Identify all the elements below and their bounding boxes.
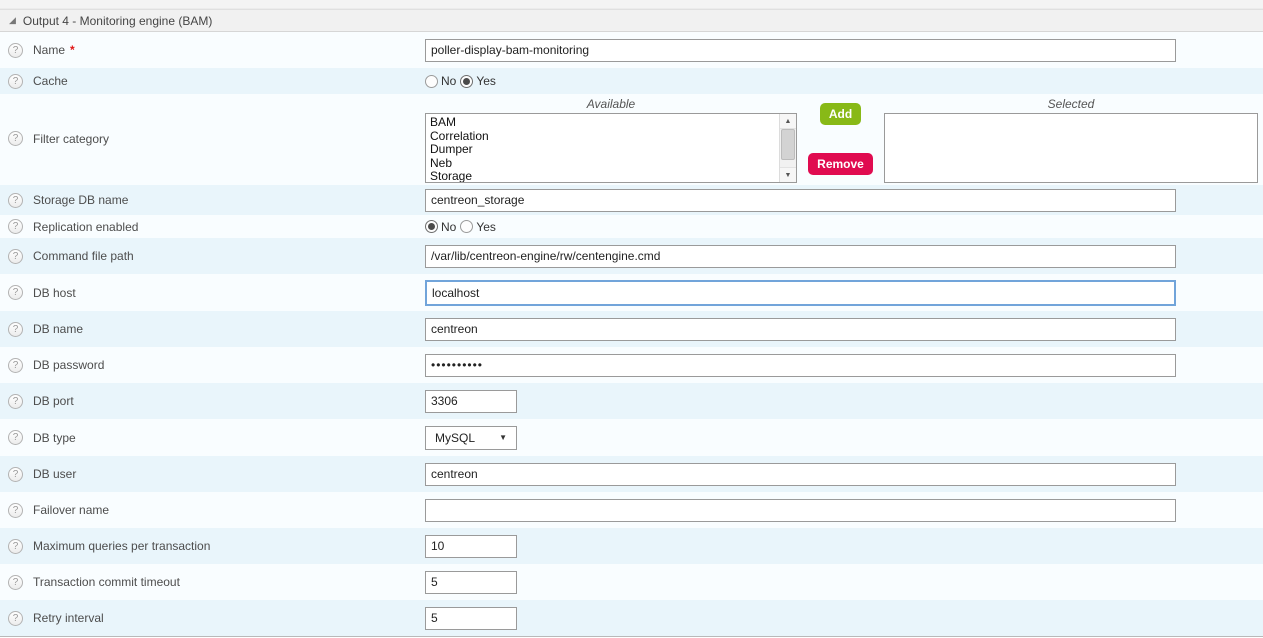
- help-icon[interactable]: ?: [8, 219, 23, 234]
- command-file-path-input[interactable]: [425, 245, 1176, 268]
- list-item[interactable]: Dumper: [430, 143, 796, 157]
- help-icon[interactable]: ?: [8, 249, 23, 264]
- filter-category-duallist: Available BAM Correlation Dumper Neb Sto…: [425, 97, 1258, 183]
- scroll-up-icon[interactable]: ▲: [780, 114, 796, 129]
- field-label-cache: Cache: [33, 74, 68, 88]
- cache-yes-radio[interactable]: [460, 75, 473, 88]
- cache-radio-group: No Yes: [425, 74, 500, 88]
- form-row-transaction-commit-timeout: ? Transaction commit timeout: [0, 564, 1263, 600]
- cache-no-label: No: [441, 74, 456, 88]
- replication-yes-radio[interactable]: [460, 220, 473, 233]
- help-icon[interactable]: ?: [8, 503, 23, 518]
- form-row-storage-db-name: ? Storage DB name: [0, 185, 1263, 215]
- field-label-db-user: DB user: [33, 467, 76, 481]
- top-toolbar-strip: [0, 0, 1263, 9]
- form-row-db-name: ? DB name: [0, 311, 1263, 347]
- help-icon[interactable]: ?: [8, 394, 23, 409]
- max-queries-input[interactable]: [425, 535, 517, 558]
- db-host-input[interactable]: [425, 280, 1176, 306]
- dropdown-arrow-icon: ▼: [499, 433, 507, 442]
- field-label-name: Name: [33, 43, 65, 57]
- field-label-replication-enabled: Replication enabled: [33, 220, 138, 234]
- field-label-storage-db-name: Storage DB name: [33, 193, 128, 207]
- help-icon[interactable]: ?: [8, 539, 23, 554]
- field-label-db-type: DB type: [33, 431, 76, 445]
- field-label-failover-name: Failover name: [33, 503, 109, 517]
- cache-yes-label: Yes: [476, 74, 496, 88]
- form-row-cache: ? Cache No Yes: [0, 68, 1263, 94]
- retry-interval-input[interactable]: [425, 607, 517, 630]
- db-type-select[interactable]: MySQL ▼: [425, 426, 517, 450]
- db-password-input[interactable]: [425, 354, 1176, 377]
- form-row-db-host: ? DB host: [0, 274, 1263, 311]
- form-row-command-file-path: ? Command file path: [0, 238, 1263, 274]
- form-row-replication-enabled: ? Replication enabled No Yes: [0, 215, 1263, 238]
- help-icon[interactable]: ?: [8, 74, 23, 89]
- section-header-output4[interactable]: ◢ Output 4 - Monitoring engine (BAM): [0, 9, 1263, 32]
- form-row-db-password: ? DB password: [0, 347, 1263, 383]
- db-port-input[interactable]: [425, 390, 517, 413]
- selected-listbox[interactable]: [884, 113, 1258, 183]
- replication-radio-group: No Yes: [425, 220, 500, 234]
- help-icon[interactable]: ?: [8, 611, 23, 626]
- output-config-form: ? Name * ? Cache No Yes ? Filter categor…: [0, 32, 1263, 637]
- selected-column-label: Selected: [884, 97, 1258, 112]
- available-listbox[interactable]: BAM Correlation Dumper Neb Storage ▲ ▼: [425, 113, 797, 183]
- name-input[interactable]: [425, 39, 1176, 62]
- transaction-commit-timeout-input[interactable]: [425, 571, 517, 594]
- form-row-db-type: ? DB type MySQL ▼: [0, 419, 1263, 456]
- remove-button[interactable]: Remove: [808, 153, 873, 175]
- form-row-retry-interval: ? Retry interval: [0, 600, 1263, 636]
- scrollbar-thumb[interactable]: [781, 129, 795, 160]
- field-label-db-port: DB port: [33, 394, 74, 408]
- help-icon[interactable]: ?: [8, 430, 23, 445]
- help-icon[interactable]: ?: [8, 575, 23, 590]
- form-row-filter-category: ? Filter category Available BAM Correlat…: [0, 94, 1263, 185]
- form-row-name: ? Name *: [0, 32, 1263, 68]
- help-icon[interactable]: ?: [8, 193, 23, 208]
- field-label-db-password: DB password: [33, 358, 104, 372]
- cache-no-radio[interactable]: [425, 75, 438, 88]
- field-label-filter-category: Filter category: [33, 132, 109, 146]
- list-item[interactable]: BAM: [430, 116, 796, 130]
- field-label-transaction-commit-timeout: Transaction commit timeout: [33, 575, 180, 589]
- help-icon[interactable]: ?: [8, 467, 23, 482]
- required-asterisk: *: [70, 43, 75, 57]
- form-row-db-user: ? DB user: [0, 456, 1263, 492]
- field-label-db-host: DB host: [33, 286, 76, 300]
- help-icon[interactable]: ?: [8, 358, 23, 373]
- add-button[interactable]: Add: [820, 103, 861, 125]
- help-icon[interactable]: ?: [8, 285, 23, 300]
- field-label-retry-interval: Retry interval: [33, 611, 104, 625]
- section-title: Output 4 - Monitoring engine (BAM): [23, 14, 212, 28]
- field-label-max-queries: Maximum queries per transaction: [33, 539, 210, 553]
- listbox-scrollbar[interactable]: ▲ ▼: [779, 114, 796, 182]
- scroll-down-icon[interactable]: ▼: [780, 167, 796, 182]
- available-column-label: Available: [425, 97, 797, 112]
- db-type-selected-value: MySQL: [435, 431, 475, 445]
- help-icon[interactable]: ?: [8, 131, 23, 146]
- list-item[interactable]: Correlation: [430, 130, 796, 144]
- collapse-icon: ◢: [9, 16, 16, 25]
- list-item[interactable]: Neb: [430, 157, 796, 171]
- form-row-max-queries: ? Maximum queries per transaction: [0, 528, 1263, 564]
- replication-no-radio[interactable]: [425, 220, 438, 233]
- list-item[interactable]: Storage: [430, 170, 796, 183]
- form-row-db-port: ? DB port: [0, 383, 1263, 419]
- field-label-db-name: DB name: [33, 322, 83, 336]
- help-icon[interactable]: ?: [8, 43, 23, 58]
- failover-name-input[interactable]: [425, 499, 1176, 522]
- form-row-failover-name: ? Failover name: [0, 492, 1263, 528]
- help-icon[interactable]: ?: [8, 322, 23, 337]
- db-name-input[interactable]: [425, 318, 1176, 341]
- db-user-input[interactable]: [425, 463, 1176, 486]
- storage-db-name-input[interactable]: [425, 189, 1176, 212]
- field-label-command-file-path: Command file path: [33, 249, 134, 263]
- replication-no-label: No: [441, 220, 456, 234]
- replication-yes-label: Yes: [476, 220, 496, 234]
